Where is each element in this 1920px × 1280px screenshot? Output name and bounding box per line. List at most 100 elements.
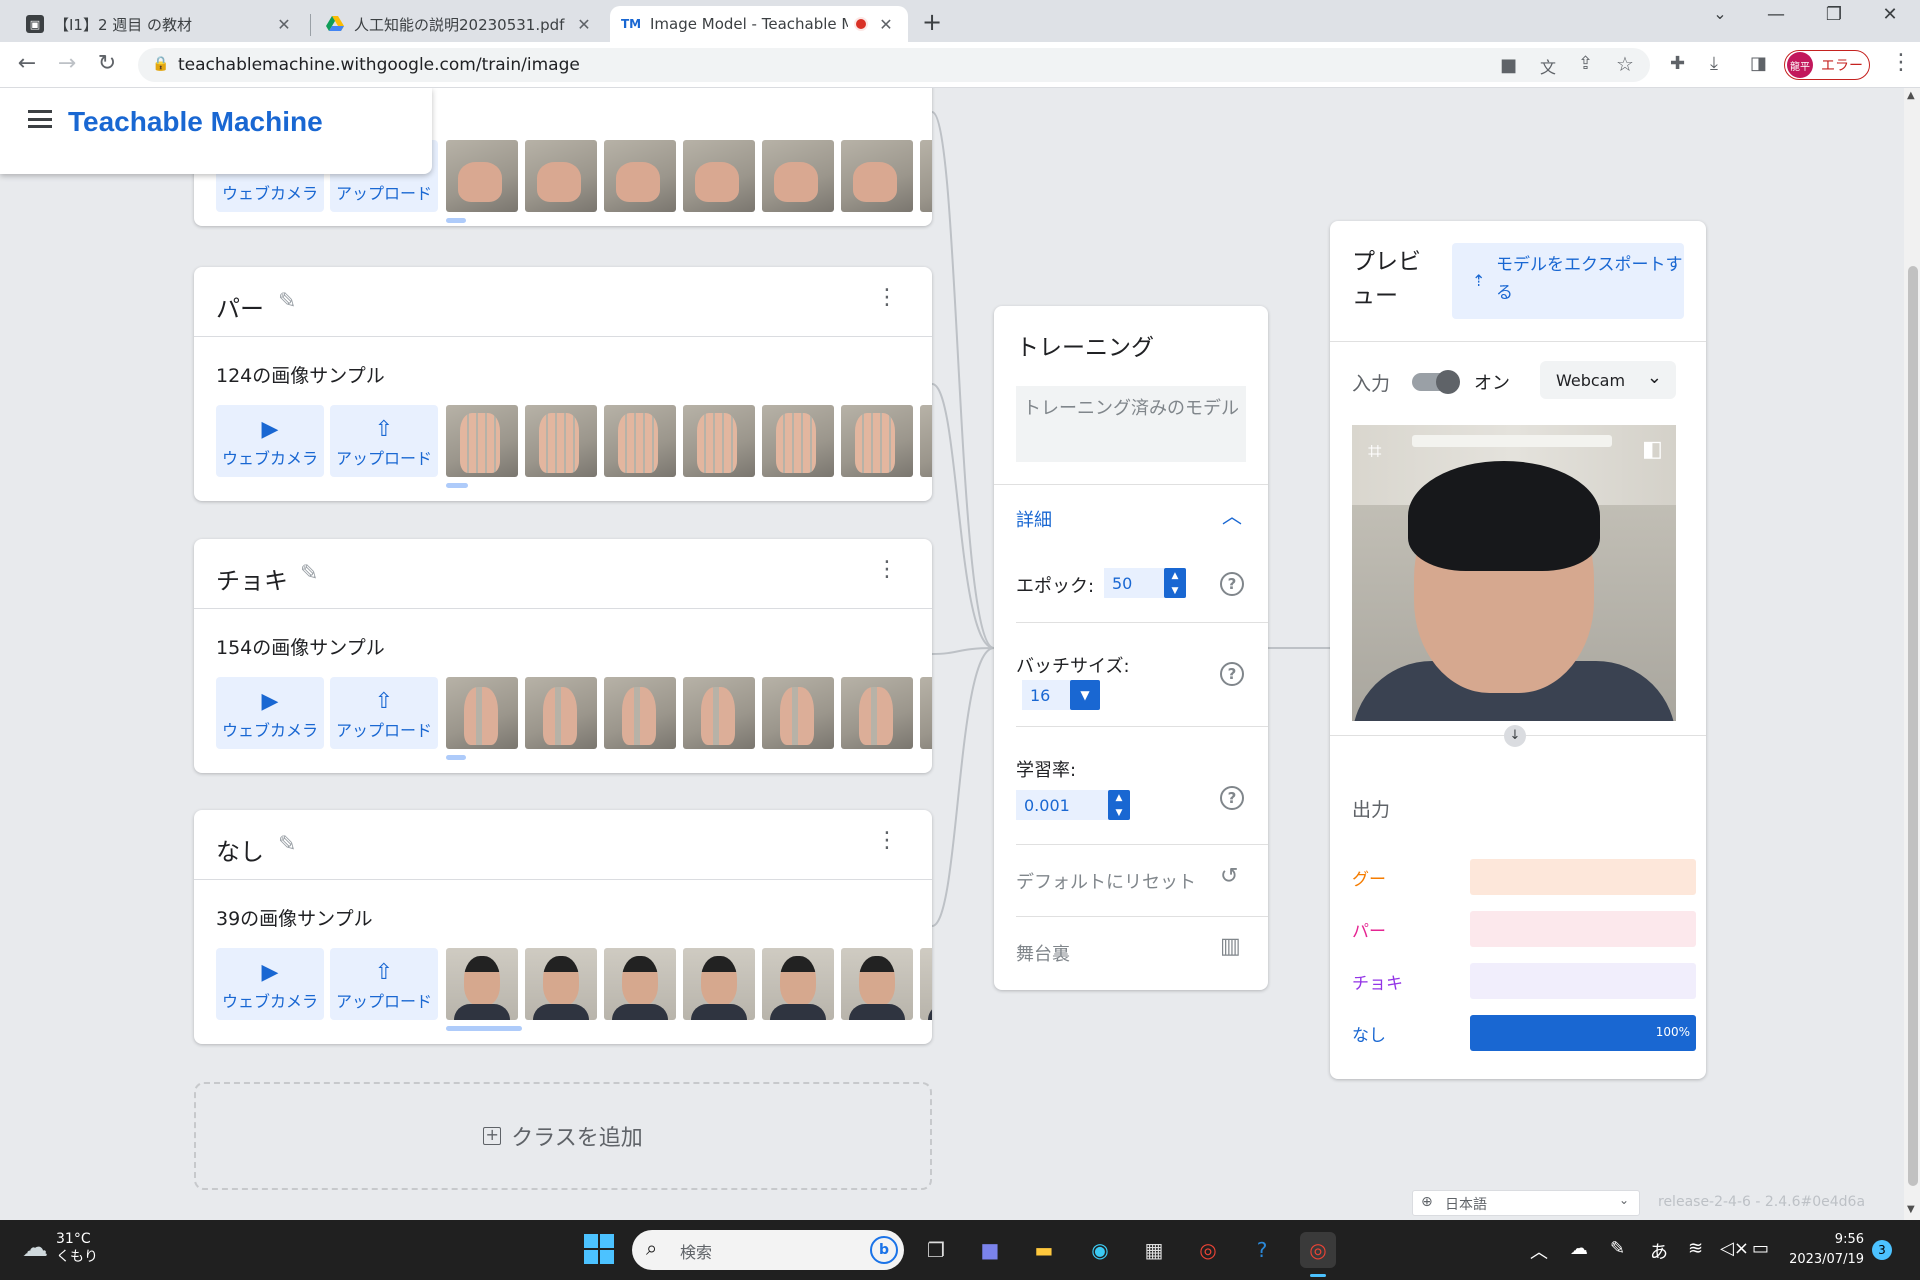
notification-badge[interactable]: 3 [1872, 1240, 1892, 1260]
close-icon[interactable]: ✕ [574, 15, 594, 34]
arrow-down-icon[interactable]: ↓ [1504, 725, 1526, 747]
chevron-up-icon[interactable]: ︿ [1530, 1238, 1548, 1264]
scrollbar[interactable]: ▲ ▼ [1904, 88, 1920, 1220]
export-model-button[interactable]: ⇡ モデルをエクスポートする [1452, 243, 1684, 319]
help-icon[interactable]: ? [1220, 662, 1244, 686]
language-select[interactable]: ⊕ 日本語 ⌄ [1412, 1190, 1640, 1216]
class-name[interactable]: パー [216, 289, 264, 324]
upload-button[interactable]: ⇧ アップロード [330, 405, 438, 477]
teams-chat-icon[interactable]: ■ [972, 1232, 1008, 1268]
file-explorer-icon[interactable]: ▬ [1026, 1232, 1062, 1268]
details-toggle[interactable]: 詳細 [1016, 506, 1052, 532]
sample-thumbnail[interactable] [841, 140, 913, 212]
learning-rate-input[interactable]: 0.001 ▲ ▼ [1016, 790, 1130, 820]
ime-indicator[interactable]: あ [1650, 1238, 1668, 1264]
sample-thumbnail[interactable] [841, 677, 913, 749]
history-icon[interactable]: ↺ [1220, 864, 1238, 889]
stepper-arrows-icon[interactable]: ▲ ▼ [1164, 568, 1186, 598]
sample-thumbnail[interactable] [525, 405, 597, 477]
edit-pencil-icon[interactable]: ✎ [300, 561, 318, 586]
sample-thumbnail[interactable] [525, 677, 597, 749]
webcam-button[interactable]: ▶ ウェブカメラ [216, 405, 324, 477]
under-the-hood-button[interactable]: 舞台裏 [1016, 940, 1070, 966]
camera-icon[interactable]: ■ [1500, 55, 1517, 76]
crop-icon[interactable]: ⌗ [1368, 437, 1382, 465]
bookmark-star-icon[interactable]: ☆ [1616, 52, 1634, 76]
sample-thumbnail[interactable] [446, 140, 518, 212]
extensions-icon[interactable]: ✚ [1670, 53, 1685, 74]
sample-thumbnail[interactable] [683, 677, 755, 749]
input-toggle[interactable] [1412, 370, 1460, 394]
sample-thumbnail[interactable] [762, 948, 834, 1020]
new-tab-button[interactable]: + [922, 8, 942, 36]
thumbnail-scroll-indicator[interactable] [446, 755, 466, 760]
restore-button[interactable]: ❐ [1814, 4, 1854, 25]
chrome-profile-icon[interactable]: ◎ [1300, 1232, 1336, 1268]
translate-icon[interactable]: 文 [1540, 54, 1556, 78]
sample-thumbnail[interactable] [446, 405, 518, 477]
epochs-input[interactable]: 50 ▲ ▼ [1104, 568, 1186, 598]
sample-thumbnail[interactable] [683, 405, 755, 477]
browser-tab-3[interactable]: TM Image Model - Teachable M ✕ [610, 6, 908, 42]
sample-thumbnail[interactable] [525, 948, 597, 1020]
webcam-button[interactable]: ▶ ウェブカメラ [216, 948, 324, 1020]
edit-pencil-icon[interactable]: ✎ [278, 289, 296, 314]
side-panel-icon[interactable]: ◨ [1750, 53, 1767, 74]
thumbnail-scroll-indicator[interactable] [446, 1026, 522, 1031]
battery-icon[interactable]: ▭ [1752, 1238, 1769, 1259]
sample-thumbnail[interactable] [841, 948, 913, 1020]
wifi-icon[interactable]: ≋ [1688, 1238, 1703, 1259]
sample-thumbnail[interactable] [762, 140, 834, 212]
class-options-icon[interactable]: ⋮ [876, 830, 898, 852]
class-options-icon[interactable]: ⋮ [876, 287, 898, 309]
help-app-icon[interactable]: ? [1244, 1232, 1280, 1268]
onedrive-icon[interactable]: ☁ [1570, 1238, 1588, 1259]
browser-tab-1[interactable]: ▣ 【I1】2 週目 の教材 ✕ [14, 6, 306, 42]
upload-button[interactable]: ⇧ アップロード [330, 677, 438, 749]
thumbnail-scroll-indicator[interactable] [446, 218, 466, 223]
scroll-down-icon[interactable]: ▼ [1907, 1204, 1915, 1215]
menu-icon[interactable] [28, 110, 52, 128]
profile-button[interactable]: 龍平 エラー [1784, 50, 1870, 80]
thumbnail-scroll-indicator[interactable] [446, 483, 468, 488]
sample-thumbnail[interactable] [604, 405, 676, 477]
sample-thumbnail[interactable] [841, 405, 913, 477]
address-bar[interactable]: 🔒 teachablemachine.withgoogle.com/train/… [138, 48, 1650, 82]
store-icon[interactable]: ▦ [1136, 1232, 1172, 1268]
class-name[interactable]: なし [216, 832, 264, 867]
scroll-up-icon[interactable]: ▲ [1907, 90, 1915, 101]
pen-icon[interactable]: ✎ [1610, 1238, 1625, 1259]
download-icon[interactable]: ⤓ [1710, 53, 1718, 74]
tab-search-icon[interactable]: ⌄ [1700, 4, 1740, 23]
sample-thumbnail[interactable] [762, 405, 834, 477]
back-button[interactable]: ← [12, 51, 42, 76]
class-name[interactable]: チョキ [216, 561, 288, 596]
url-text[interactable]: teachablemachine.withgoogle.com/train/im… [178, 55, 580, 75]
weather-widget[interactable]: ☁ 31°C くもり [22, 1230, 98, 1266]
close-icon[interactable]: ✕ [876, 15, 896, 34]
reload-button[interactable]: ↻ [92, 51, 122, 76]
start-button[interactable] [584, 1234, 614, 1264]
volume-muted-icon[interactable]: ◁× [1720, 1238, 1749, 1259]
close-window-button[interactable]: ✕ [1870, 4, 1910, 25]
sample-thumbnail[interactable] [920, 405, 932, 477]
edge-icon[interactable]: ◉ [1082, 1232, 1118, 1268]
lock-icon[interactable]: 🔒 [152, 56, 169, 72]
clock[interactable]: 9:56 2023/07/19 [1784, 1230, 1864, 1270]
sample-thumbnail[interactable] [446, 677, 518, 749]
batch-size-select[interactable]: 16 ▼ [1022, 680, 1100, 710]
toggle-knob[interactable] [1436, 370, 1460, 394]
close-icon[interactable]: ✕ [274, 15, 294, 34]
sample-thumbnail[interactable] [762, 677, 834, 749]
sample-thumbnail[interactable] [920, 140, 932, 212]
minimize-button[interactable]: — [1756, 4, 1796, 25]
stepper-arrows-icon[interactable]: ▲ ▼ [1108, 790, 1130, 820]
class-options-icon[interactable]: ⋮ [876, 559, 898, 581]
sample-thumbnail[interactable] [604, 677, 676, 749]
chevron-up-icon[interactable]: ︿ [1222, 500, 1242, 529]
taskbar-search[interactable]: ⌕ 検索 b [632, 1230, 904, 1270]
input-source-select[interactable]: Webcam ⌄ [1540, 361, 1676, 399]
scrollbar-thumb[interactable] [1908, 266, 1918, 1186]
sample-thumbnail[interactable] [525, 140, 597, 212]
webcam-button[interactable]: ▶ ウェブカメラ [216, 677, 324, 749]
